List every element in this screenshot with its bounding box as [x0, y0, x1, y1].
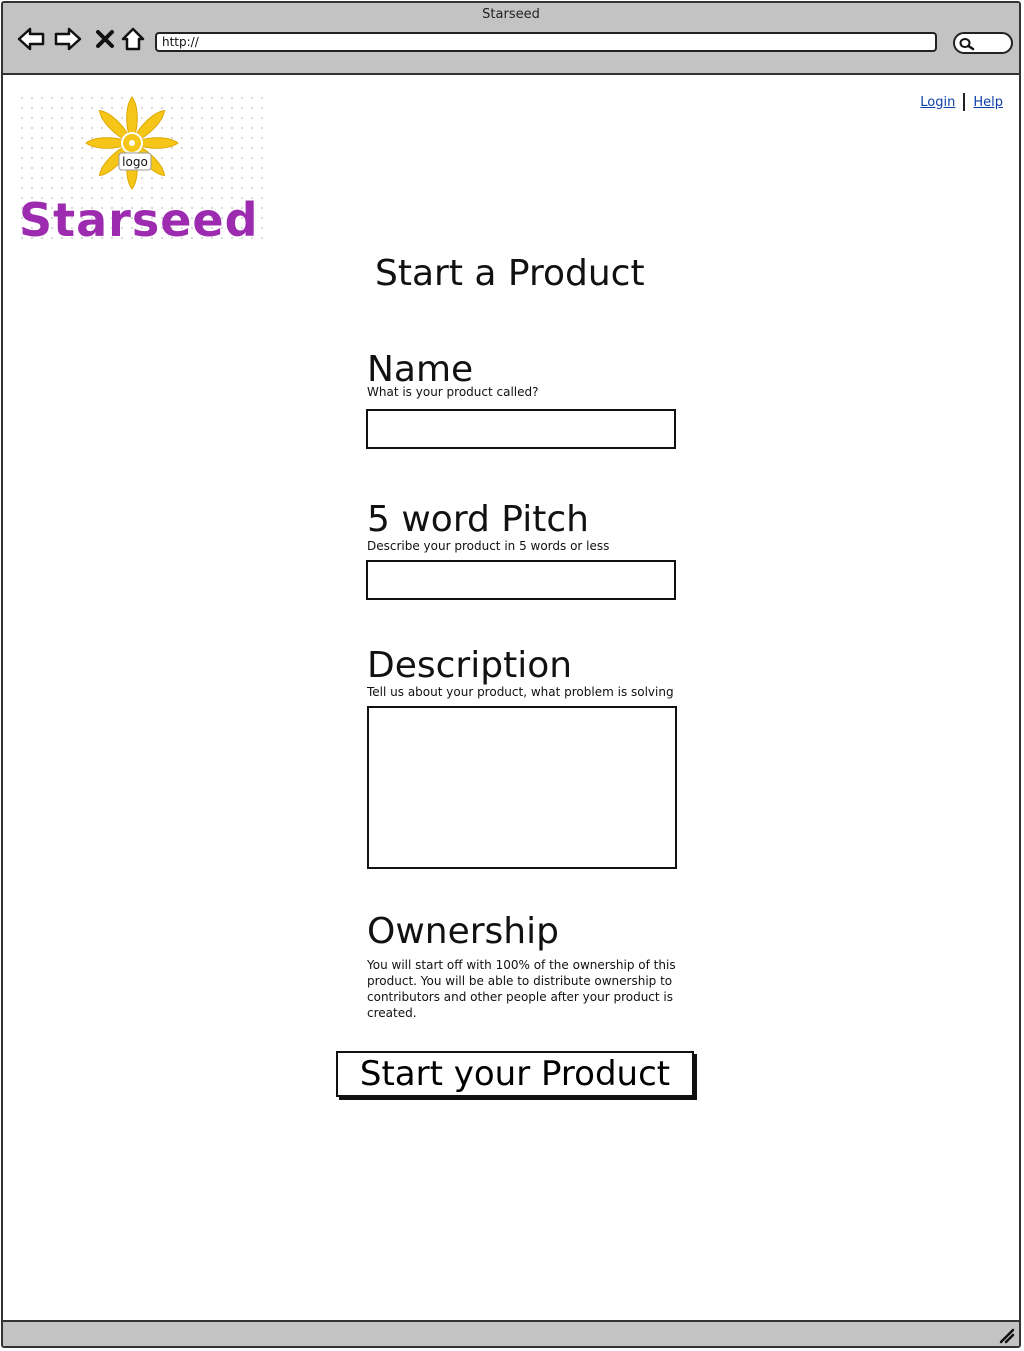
brand-name: Starseed: [19, 193, 259, 247]
home-button[interactable]: [119, 25, 147, 53]
ownership-description: You will start off with 100% of the owne…: [367, 958, 676, 1020]
description-textarea[interactable]: [367, 706, 677, 869]
account-links: Login Help: [920, 93, 1003, 111]
flower-logo-icon: logo: [85, 96, 179, 190]
browser-toolbar: Starseed http://: [3, 3, 1019, 75]
name-heading: Name: [367, 349, 474, 390]
stop-button[interactable]: [91, 25, 119, 53]
browser-window: Starseed http:// logo Starseed Login Hel…: [1, 1, 1021, 1348]
status-bar: [3, 1320, 1019, 1346]
logo-label: logo: [122, 155, 148, 169]
page-title: Start a Product: [375, 253, 645, 294]
url-bar[interactable]: http://: [155, 32, 937, 52]
home-icon: [121, 27, 145, 51]
pitch-input[interactable]: [366, 560, 676, 600]
description-help-text: Tell us about your product, what problem…: [367, 685, 674, 699]
name-input[interactable]: [366, 409, 676, 449]
brand-logo[interactable]: logo Starseed: [17, 93, 267, 247]
search-icon: [959, 38, 975, 51]
pitch-help-text: Describe your product in 5 words or less: [367, 539, 610, 553]
url-text: http://: [162, 35, 199, 49]
ownership-heading: Ownership: [367, 911, 559, 952]
login-link[interactable]: Login: [920, 95, 955, 110]
resize-grip-icon[interactable]: [997, 1326, 1015, 1344]
name-help-text: What is your product called?: [367, 385, 539, 399]
start-product-button[interactable]: Start your Product: [336, 1051, 694, 1097]
browser-search-field[interactable]: [953, 32, 1013, 54]
help-link[interactable]: Help: [973, 95, 1003, 110]
description-heading: Description: [367, 645, 573, 686]
close-icon: [96, 30, 114, 48]
pitch-heading: 5 word Pitch: [367, 499, 589, 540]
window-title: Starseed: [482, 7, 540, 22]
forward-button[interactable]: [54, 25, 82, 53]
link-divider: [963, 93, 966, 111]
arrow-right-icon: [54, 27, 82, 51]
back-button[interactable]: [17, 25, 45, 53]
arrow-left-icon: [17, 27, 45, 51]
